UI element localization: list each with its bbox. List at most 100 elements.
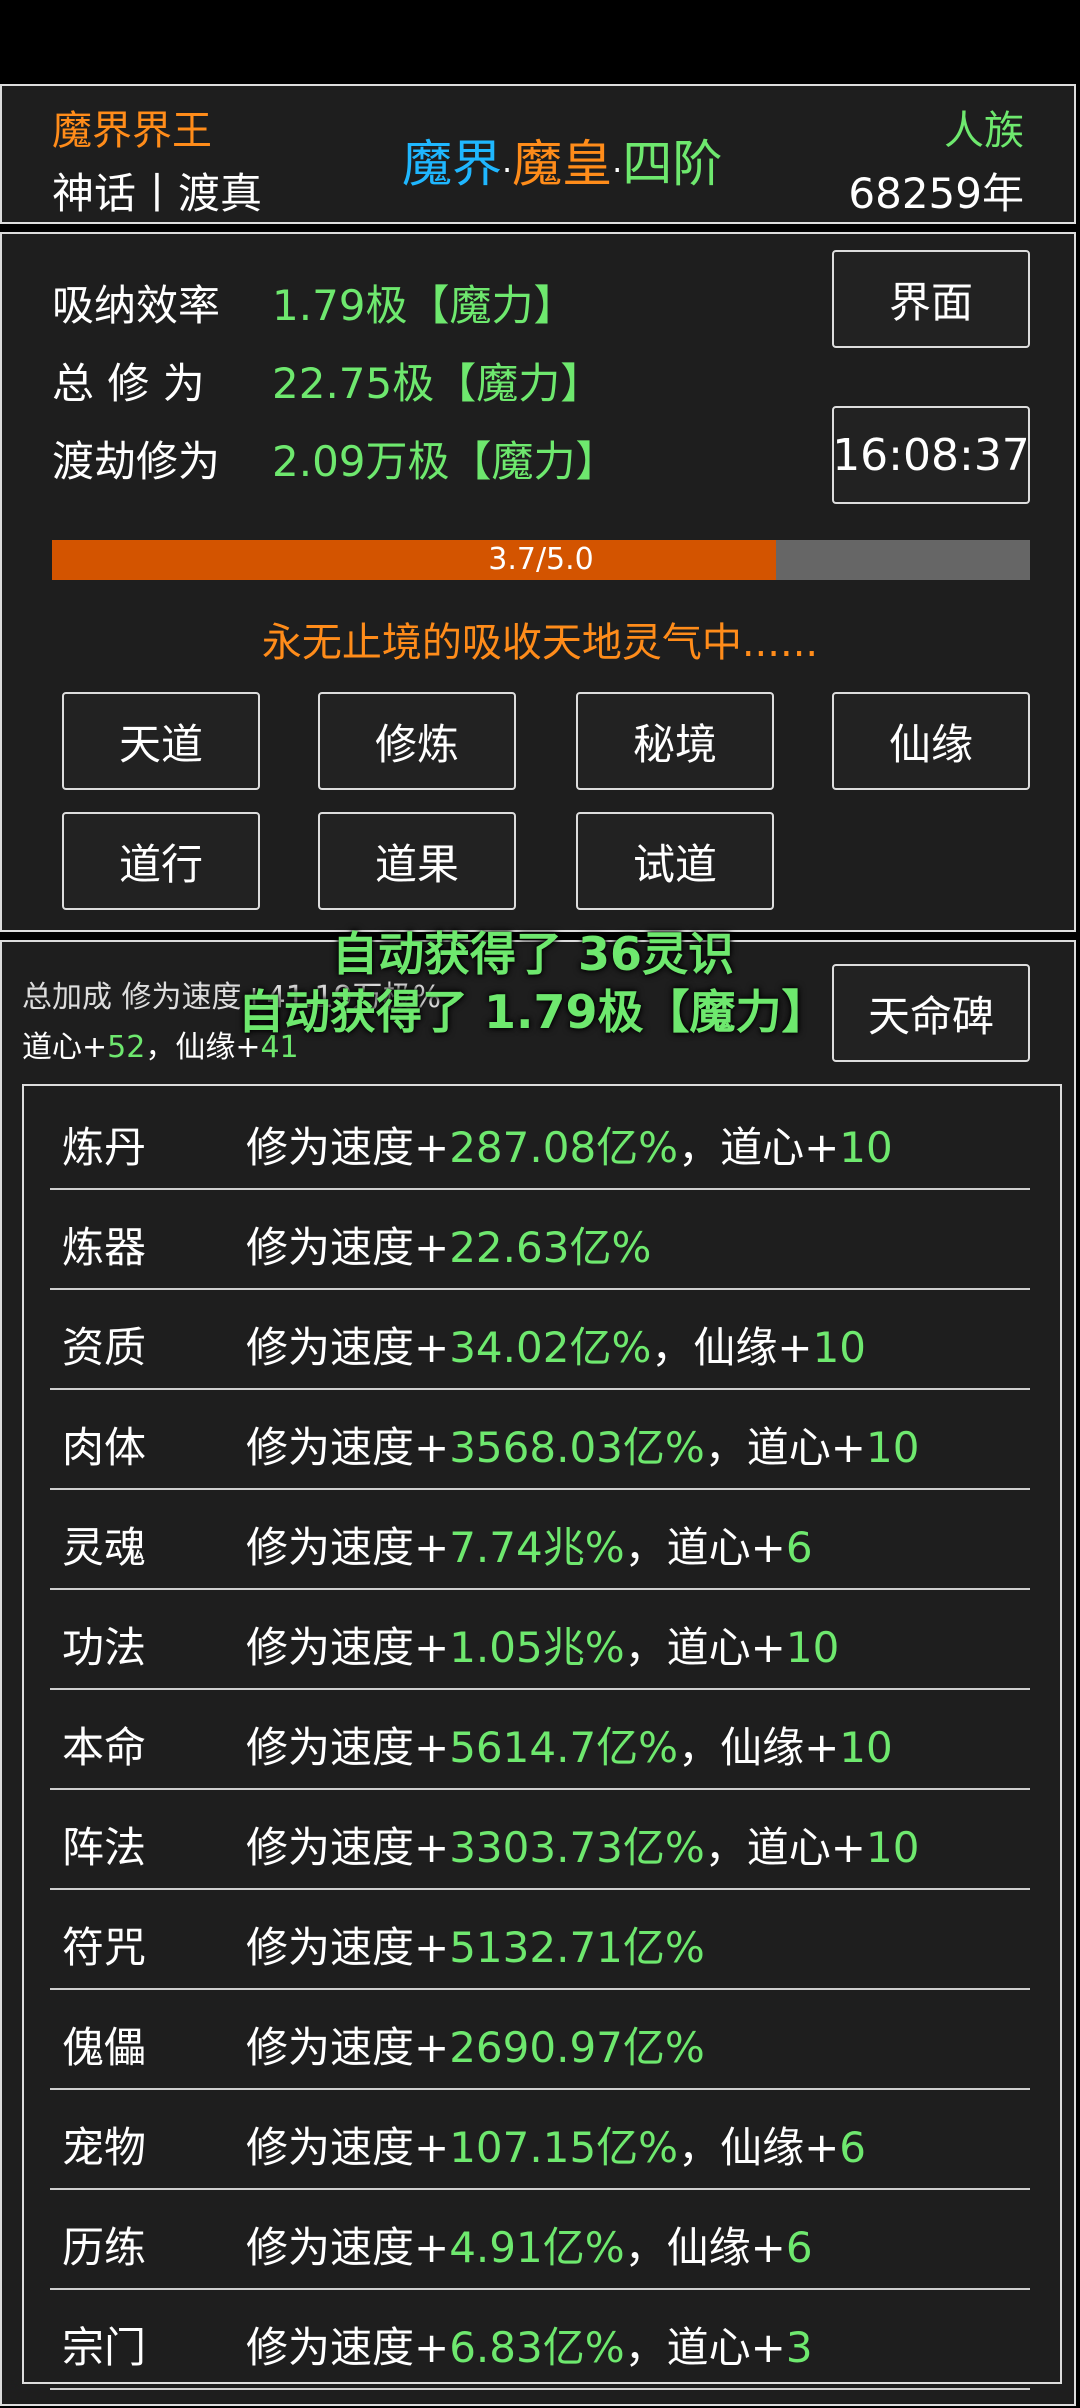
bonus-extra-label: ，道心+	[678, 1123, 840, 1172]
bonus-row: 肉体 修为速度+3568.03亿%，道心+10	[50, 1390, 1030, 1490]
absorb-rate-label: 吸纳效率	[52, 281, 221, 330]
bonus-detail: 修为速度+22.63亿%	[246, 1214, 651, 1275]
bonus-value: 3568.03亿%	[449, 1423, 705, 1472]
bonus-extra-label: ，道心+	[624, 1523, 786, 1572]
toast-moli: 自动获得了 1.79极【魔力】	[238, 985, 828, 1039]
bonus-category: 本命	[62, 1723, 147, 1772]
bonus-row: 灵魂 修为速度+7.74兆%，道心+6	[50, 1490, 1030, 1590]
bonus-row: 傀儡 修为速度+2690.97亿%	[50, 1990, 1030, 2090]
progress-text: 3.7/5.0	[488, 542, 594, 577]
bonus-value: 7.74兆%	[449, 1523, 625, 1572]
total-cultivation-value: 22.75极【魔力】	[272, 359, 603, 408]
tiandao-button[interactable]: 天道	[62, 692, 260, 790]
bonus-row: 符咒 修为速度+5132.71亿%	[50, 1890, 1030, 1990]
bonus-detail: 修为速度+34.02亿%，仙缘+10	[246, 1314, 866, 1375]
bonus-row: 本命 修为速度+5614.7亿%，仙缘+10	[50, 1690, 1030, 1790]
bonus-extra-value: 6	[785, 2223, 813, 2272]
bonus-extra-label: ，仙缘+	[678, 2123, 840, 2172]
bonus-row: 阵法 修为速度+3303.73亿%，道心+10	[50, 1790, 1030, 1890]
bonus-extra-value: 3	[785, 2323, 813, 2372]
bonus-category: 资质	[62, 1323, 147, 1372]
bonus-row: 宠物 修为速度+107.15亿%，仙缘+6	[50, 2090, 1030, 2190]
stage-world: 魔界	[402, 135, 502, 193]
bonus-extra-value: 10	[839, 1123, 893, 1172]
bonus-prefix: 修为速度+	[246, 1723, 450, 1772]
progress-bar: 3.7/5.0	[52, 540, 1030, 580]
cultivation-stage: 魔界·魔皇·四阶	[402, 124, 722, 196]
bonus-extra-label: ，仙缘+	[624, 2223, 786, 2272]
stats-panel: 吸纳效率 1.79极【魔力】 总 修 为 22.75极【魔力】 渡劫修为 2.0…	[0, 232, 1076, 932]
bonus-detail: 修为速度+7.74兆%，道心+6	[246, 1514, 813, 1575]
tianming-stele-button[interactable]: 天命碑	[832, 964, 1030, 1062]
bonus-category: 宗门	[62, 2323, 147, 2372]
bonus-prefix: 修为速度+	[246, 2123, 450, 2172]
bonus-extra-label: ，道心+	[624, 1623, 786, 1672]
bonus-row: 功法 修为速度+1.05兆%，道心+10	[50, 1590, 1030, 1690]
bonus-category: 灵魂	[62, 1523, 147, 1572]
bonus-category: 炼丹	[62, 1123, 147, 1172]
toast-lingshi: 自动获得了 36灵识	[332, 927, 735, 981]
bonus-category: 历练	[62, 2223, 147, 2272]
bonus-extra-label: ，仙缘+	[651, 1323, 813, 1372]
bonus-value: 107.15亿%	[449, 2123, 679, 2172]
bonus-extra-label: ，仙缘+	[678, 1723, 840, 1772]
bonus-detail: 修为速度+3568.03亿%，道心+10	[246, 1414, 919, 1475]
bonus-extra-label: ，道心+	[624, 2323, 786, 2372]
bonus-extra-value: 6	[839, 2123, 867, 2172]
bonus-value: 287.08亿%	[449, 1123, 679, 1172]
daoguo-button[interactable]: 道果	[318, 812, 516, 910]
rank-subtitle: 神话丨渡真	[52, 169, 263, 218]
bonus-value: 34.02亿%	[449, 1323, 652, 1372]
absorb-rate-value: 1.79极【魔力】	[272, 281, 576, 330]
bonus-extra-value: 10	[839, 1723, 893, 1772]
bonus-row: 历练 修为速度+4.91亿%，仙缘+6	[50, 2190, 1030, 2290]
realm-title: 魔界界王	[52, 108, 212, 154]
daoxing-button[interactable]: 道行	[62, 812, 260, 910]
bonus-prefix: 修为速度+	[246, 1923, 450, 1972]
bonus-category: 宠物	[62, 2123, 147, 2172]
bonus-category: 炼器	[62, 1223, 147, 1272]
bonus-category: 阵法	[62, 1823, 147, 1872]
bonus-extra-label: ，道心+	[704, 1423, 866, 1472]
status-line: 永无止境的吸收天地灵气中......	[261, 620, 819, 666]
stage-rank: 魔皇	[512, 135, 613, 193]
bonus-value: 1.05兆%	[449, 1623, 625, 1672]
bonus-row: 炼器 修为速度+22.63亿%	[50, 1190, 1030, 1290]
cultivate-button[interactable]: 修炼	[318, 692, 516, 790]
bonus-category: 傀儡	[62, 2023, 147, 2072]
header-panel: 魔界界王 神话丨渡真 魔界·魔皇·四阶 人族 68259年	[0, 84, 1076, 224]
bonus-extra-value: 10	[812, 1323, 867, 1372]
bonus-prefix: 修为速度+	[246, 1323, 450, 1372]
bonus-extra-value: 6	[785, 1523, 813, 1572]
bonus-detail: 修为速度+5614.7亿%，仙缘+10	[246, 1714, 893, 1775]
bonus-category: 符咒	[62, 1923, 147, 1972]
bonus-value: 5614.7亿%	[449, 1723, 679, 1772]
stage-dot: ·	[502, 151, 513, 189]
interface-button[interactable]: 界面	[832, 250, 1030, 348]
bonus-value: 2690.97亿%	[449, 2023, 705, 2072]
bonus-value: 5132.71亿%	[449, 1923, 705, 1972]
bonus-value: 4.91亿%	[449, 2223, 625, 2272]
daoxin-value: 52	[107, 1030, 146, 1065]
stage-level: 四阶	[622, 135, 723, 193]
bonus-value: 6.83亿%	[449, 2323, 625, 2372]
bonus-row: 宗门 修为速度+6.83亿%，道心+3	[50, 2290, 1030, 2390]
bonus-category: 功法	[62, 1623, 147, 1672]
bonus-extra-value: 10	[785, 1623, 840, 1672]
bonus-prefix: 修为速度+	[246, 1823, 450, 1872]
secret-realm-button[interactable]: 秘境	[576, 692, 774, 790]
shidao-button[interactable]: 试道	[576, 812, 774, 910]
bonus-detail: 修为速度+107.15亿%，仙缘+6	[246, 2114, 866, 2175]
age-years: 68259年	[848, 169, 1024, 218]
bonus-detail: 修为速度+1.05兆%，道心+10	[246, 1614, 839, 1675]
bonus-prefix: 修为速度+	[246, 1523, 450, 1572]
bonus-prefix: 修为速度+	[246, 2323, 450, 2372]
bonus-detail: 修为速度+3303.73亿%，道心+10	[246, 1814, 919, 1875]
bonus-extra-value: 10	[866, 1423, 920, 1472]
bonus-row: 炼丹 修为速度+287.08亿%，道心+10	[50, 1090, 1030, 1190]
xianyuan-button[interactable]: 仙缘	[832, 692, 1030, 790]
bonus-value: 22.63亿%	[449, 1223, 652, 1272]
bonus-panel: 总加成 修为速度+41.19万极% 道心+52，仙缘+41 自动获得了 36灵识…	[0, 927, 1076, 2406]
stage-dot: ·	[612, 151, 623, 189]
bonus-prefix: 修为速度+	[246, 1423, 450, 1472]
